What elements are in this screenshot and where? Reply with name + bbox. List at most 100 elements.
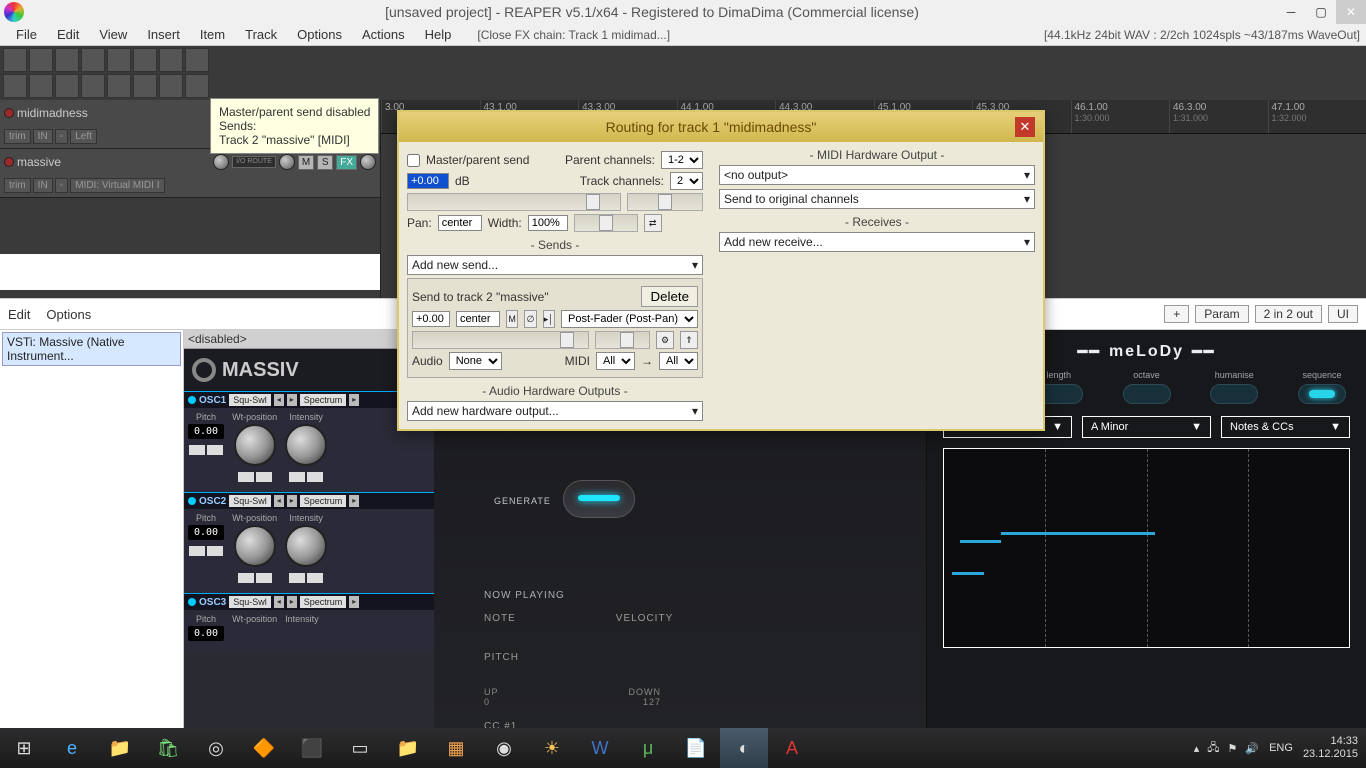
input-left[interactable]: Left	[70, 129, 97, 144]
tray-action-center-icon[interactable]: ⚑	[1228, 742, 1238, 755]
close-button[interactable]: ✕	[1336, 0, 1366, 24]
track-channels-select[interactable]: 2	[670, 172, 703, 190]
send-midi-dst-select[interactable]: All	[659, 352, 698, 370]
minimize-button[interactable]: ─	[1276, 0, 1306, 24]
mode-arrow[interactable]: ▸	[349, 394, 359, 406]
record-arm[interactable]	[4, 157, 14, 167]
toolbar-button[interactable]	[29, 48, 53, 72]
reaper-icon[interactable]: ◐	[720, 728, 768, 768]
send-phase-button[interactable]: ∅	[524, 310, 536, 328]
volume-slider[interactable]	[407, 193, 621, 211]
toolbar-button[interactable]	[3, 74, 27, 98]
route-button[interactable]: I/O ROUTE	[232, 156, 276, 168]
wave-select[interactable]: Squ-Swl	[229, 394, 271, 406]
send-midi-src-select[interactable]: All	[596, 352, 635, 370]
width-flip-button[interactable]: ⇄	[644, 214, 662, 232]
width-input[interactable]	[528, 215, 568, 231]
menu-edit[interactable]: Edit	[47, 25, 89, 44]
toolbar-button[interactable]	[55, 74, 79, 98]
send-pan-input[interactable]	[456, 311, 500, 327]
osc-on-icon[interactable]	[188, 396, 196, 404]
tray-up-icon[interactable]: ▴	[1194, 742, 1200, 755]
mode-select[interactable]: Spectrum	[300, 394, 347, 406]
ui-button[interactable]: UI	[1328, 305, 1358, 323]
app-icon[interactable]: ▦	[432, 728, 480, 768]
app-icon[interactable]: ▭	[336, 728, 384, 768]
int-knob[interactable]	[285, 525, 327, 567]
track-name[interactable]: massive	[17, 155, 210, 169]
menu-actions[interactable]: Actions	[352, 25, 415, 44]
wt-knob[interactable]	[234, 424, 276, 466]
track-name[interactable]: midimadness	[17, 106, 210, 120]
next-wave[interactable]: ▸	[287, 394, 297, 406]
fx-menu-edit[interactable]: Edit	[8, 307, 30, 322]
record-arm[interactable]	[4, 108, 14, 118]
explorer-icon[interactable]: 📁	[96, 728, 144, 768]
send-goto-button[interactable]: ⇑	[680, 331, 698, 349]
add-hw-output-dropdown[interactable]: Add new hardware output...▾	[407, 401, 703, 421]
input-monitor[interactable]: ◦	[55, 178, 69, 193]
osc-on-icon[interactable]	[188, 497, 196, 505]
pill-button[interactable]	[1298, 384, 1346, 404]
volume-knob[interactable]	[213, 154, 229, 170]
send-pan-slider[interactable]	[595, 331, 650, 349]
maximize-button[interactable]: ▢	[1306, 0, 1336, 24]
width-knob[interactable]	[360, 154, 376, 170]
wave-select[interactable]: Squ-Swl	[229, 495, 271, 507]
key-dropdown[interactable]: A Minor▼	[1082, 416, 1211, 438]
toolbar-button[interactable]	[81, 48, 105, 72]
menu-help[interactable]: Help	[415, 25, 462, 44]
param-button[interactable]: Param	[1195, 305, 1248, 323]
midi-hw-output-dropdown[interactable]: <no output>▾	[719, 165, 1035, 185]
menu-options[interactable]: Options	[287, 25, 352, 44]
toolbar-button[interactable]	[133, 48, 157, 72]
menu-track[interactable]: Track	[235, 25, 287, 44]
tray-volume-icon[interactable]: 🔊	[1245, 742, 1259, 755]
routing-dialog[interactable]: Routing for track 1 "midimadness" ✕ Mast…	[397, 110, 1045, 431]
app-icon[interactable]: ◎	[192, 728, 240, 768]
app-icon[interactable]: ⬛	[288, 728, 336, 768]
notes-dropdown[interactable]: Notes & CCs▼	[1221, 416, 1350, 438]
menu-insert[interactable]: Insert	[137, 25, 190, 44]
folder-icon[interactable]: 📁	[384, 728, 432, 768]
toolbar-button[interactable]	[55, 48, 79, 72]
delete-send-button[interactable]: Delete	[641, 286, 698, 307]
send-mono-button[interactable]: ▸│	[543, 310, 555, 328]
send-mute-button[interactable]: M	[506, 310, 518, 328]
mode-select[interactable]: Spectrum	[300, 495, 347, 507]
chrome-icon[interactable]: ◉	[480, 728, 528, 768]
windows-taskbar[interactable]: ⊞ e 📁 🛍 ◎ 🔶 ⬛ ▭ 📁 ▦ ◉ ☀ W μ 📄 ◐ A ▴ 🖧 ⚑ …	[0, 728, 1366, 768]
toolbar-button[interactable]	[107, 48, 131, 72]
solo-button[interactable]: S	[317, 155, 333, 170]
io-button[interactable]: 2 in 2 out	[1255, 305, 1322, 323]
wave-select[interactable]: Squ-Swl	[229, 596, 271, 608]
generate-button[interactable]	[563, 480, 635, 518]
toolbar-button[interactable]	[107, 74, 131, 98]
send-options-button[interactable]: ⚙	[656, 331, 674, 349]
prev-wave[interactable]: ◂	[274, 394, 284, 406]
wt-knob[interactable]	[234, 525, 276, 567]
pitch-value[interactable]: 0.00	[188, 525, 224, 540]
track-2[interactable]: massive I/O ROUTE M S FX trim IN ◦ MIDI:…	[0, 149, 380, 198]
app-icon[interactable]: 🔶	[240, 728, 288, 768]
routing-close-button[interactable]: ✕	[1015, 117, 1035, 137]
send-mode-select[interactable]: Post-Fader (Post-Pan)	[561, 310, 698, 328]
pitch-value[interactable]: 0.00	[188, 424, 224, 439]
fx-menu-options[interactable]: Options	[46, 307, 91, 322]
trim-button[interactable]: trim	[4, 178, 31, 193]
pitch-value[interactable]: 0.00	[188, 626, 224, 641]
midi-hw-channels-dropdown[interactable]: Send to original channels▾	[719, 189, 1035, 209]
notepad-icon[interactable]: 📄	[672, 728, 720, 768]
pill-button[interactable]	[1210, 384, 1258, 404]
add-receive-dropdown[interactable]: Add new receive...▾	[719, 232, 1035, 252]
pill-button[interactable]	[1123, 384, 1171, 404]
track-1[interactable]: midimadness I/O ROUTE M S FX trim IN ◦ L…	[0, 100, 380, 149]
menu-file[interactable]: File	[6, 25, 47, 44]
toolbar-button[interactable]	[3, 48, 27, 72]
menu-item[interactable]: Item	[190, 25, 235, 44]
start-button[interactable]: ⊞	[0, 728, 48, 768]
fx-list-item[interactable]: VSTi: Massive (Native Instrument...	[2, 332, 181, 366]
parent-channels-select[interactable]: 1-2	[661, 151, 703, 169]
master-parent-checkbox[interactable]	[407, 154, 420, 167]
pan-knob[interactable]	[279, 154, 295, 170]
